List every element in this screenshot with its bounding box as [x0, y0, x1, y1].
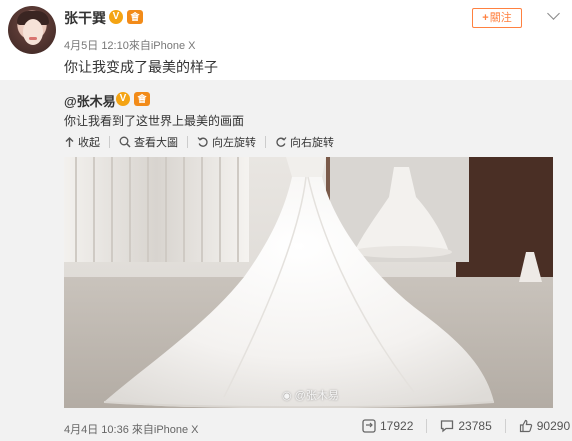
repost-stats: 17922 23785 90290	[362, 419, 570, 433]
repost-icon	[362, 419, 376, 433]
photo-illustration	[64, 157, 553, 408]
post-date[interactable]: 4月5日	[64, 40, 98, 52]
like-icon	[519, 419, 532, 433]
rotate-right-button[interactable]: 向右旋转	[275, 134, 334, 150]
watermark-text: @张木易	[294, 390, 339, 402]
member-badge-icon: 會	[134, 92, 150, 106]
verified-badge-icon: V	[116, 92, 130, 106]
like-count: 90290	[536, 419, 571, 433]
rotate-left-label: 向左旋转	[212, 137, 256, 149]
repost-count: 17922	[380, 419, 414, 433]
post-time-source: 12:10來自iPhone X	[101, 40, 196, 52]
comment-count: 23785	[458, 419, 492, 433]
repost-count-button[interactable]: 17922	[362, 419, 413, 433]
toolbar-divider	[109, 136, 110, 148]
chevron-down-icon[interactable]	[547, 7, 560, 20]
plus-icon: +	[482, 12, 489, 24]
member-badge-icon: 會	[127, 10, 143, 24]
verified-badge-icon: V	[109, 10, 123, 24]
toolbar-divider	[187, 136, 188, 148]
comment-count-button[interactable]: 23785	[440, 419, 492, 433]
follow-button[interactable]: +關注	[472, 8, 522, 28]
repost-timestamp[interactable]: 4月4日 10:36 來自iPhone X	[64, 421, 199, 437]
view-large-label: 查看大圖	[134, 137, 178, 149]
post-author-name[interactable]: 张干巽	[64, 8, 106, 28]
rotate-left-icon	[197, 137, 208, 147]
collapse-icon	[65, 136, 74, 147]
stats-divider	[426, 419, 428, 433]
avatar[interactable]	[8, 6, 56, 54]
toolbar-divider	[265, 136, 266, 148]
post-timestamp[interactable]: 4月5日 12:10來自iPhone X	[64, 37, 195, 53]
comment-icon	[441, 420, 454, 433]
zoom-icon	[119, 136, 131, 148]
collapse-button[interactable]: 收起	[64, 134, 100, 150]
rotate-right-icon	[276, 137, 287, 147]
photo-watermark: ◉ @张木易	[282, 387, 339, 403]
collapse-label: 收起	[78, 137, 100, 149]
repost-text: 你让我看到了这世界上最美的画面	[64, 114, 245, 128]
stats-divider	[504, 419, 506, 433]
repost-author-name[interactable]: @张木易	[64, 91, 116, 110]
follow-label: 關注	[489, 12, 512, 24]
view-large-button[interactable]: 查看大圖	[119, 134, 178, 150]
image-toolbar: 收起 查看大圖 向左旋转 向右旋转	[64, 134, 334, 150]
wedding-dress-photo[interactable]: ◉ @张木易	[64, 157, 553, 408]
rotate-right-label: 向右旋转	[290, 137, 334, 149]
rotate-left-button[interactable]: 向左旋转	[197, 134, 256, 150]
like-count-button[interactable]: 90290	[519, 419, 570, 433]
weibo-logo-icon: ◉	[282, 390, 292, 402]
post-text: 你让我变成了最美的样子	[64, 59, 218, 75]
